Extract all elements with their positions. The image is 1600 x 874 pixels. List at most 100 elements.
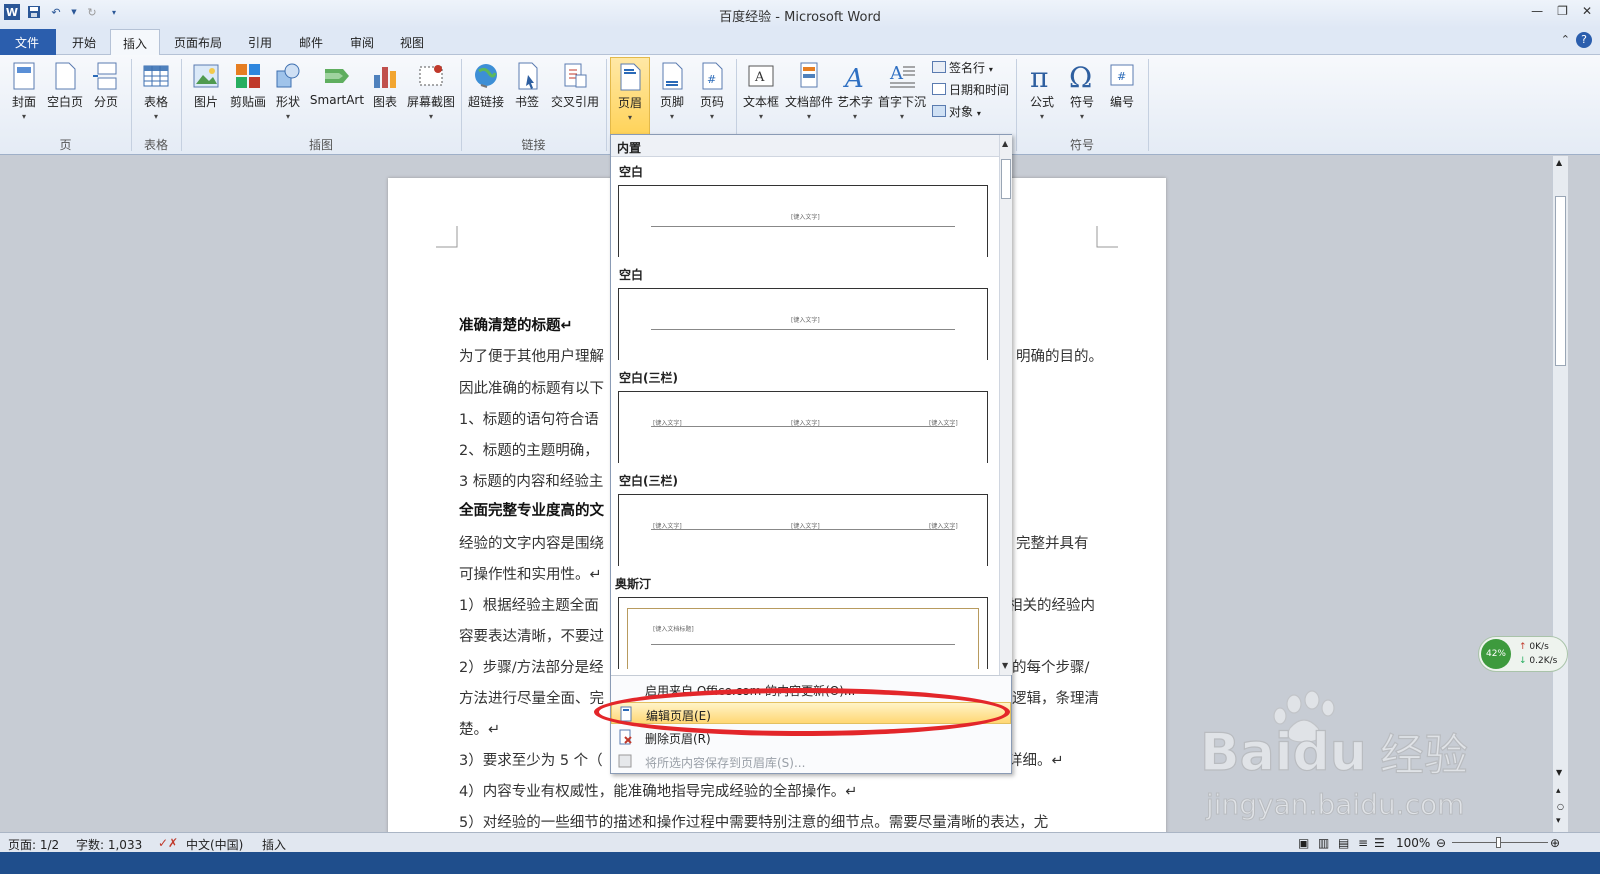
tab-page-layout[interactable]: 页面布局 [162,29,234,55]
header-option-austin[interactable]: [键入文档标题] [618,597,988,669]
outline-icon[interactable]: ≡ [1358,836,1368,850]
header-button[interactable]: 页眉 ▾ [610,57,650,135]
chart-button[interactable]: 图表 [368,57,402,133]
header-option-blank[interactable]: [键入文字] [618,185,988,257]
zoom-in-icon[interactable]: ⊕ [1550,836,1560,850]
blank-page-button[interactable]: 空白页 [44,57,86,133]
tab-view[interactable]: 视图 [388,29,436,55]
doc-line-fragment[interactable]: 完整并具有 [1016,532,1089,553]
table-button[interactable]: 表格 ▾ [138,57,174,133]
scroll-down-icon[interactable]: ▼ [1002,661,1008,670]
word-count[interactable]: 字数: 1,033 [76,836,142,853]
numbering-button[interactable]: # 编号 [1104,57,1140,133]
tab-insert[interactable]: 插入 [110,29,161,55]
page-count[interactable]: 页面: 1/2 [8,836,59,853]
tab-review[interactable]: 审阅 [338,29,386,55]
office-content-update-item[interactable]: 启用来自 Office.com 的内容更新(O)... [611,678,1011,700]
textbox-button[interactable]: A 文本框 ▾ [742,57,780,133]
doc-heading[interactable]: 准确清楚的标题↵ [459,314,573,335]
doc-line[interactable]: 经验的文字内容是围绕 [459,532,604,553]
shapes-button[interactable]: 形状 ▾ [272,57,304,133]
network-speed-widget[interactable]: 42% ↑ 0K/s ↓ 0.2K/s [1478,636,1568,672]
header-option-blank-three-column[interactable]: [键入文字] [键入文字] [键入文字] [618,391,988,463]
zoom-level[interactable]: 100% [1396,836,1430,850]
tab-home[interactable]: 开始 [60,29,108,55]
doc-line[interactable]: 2）步骤/方法部分是经 [459,656,604,677]
doc-line[interactable]: 为了便于其他用户理解 [459,345,604,366]
numbering-icon: # [1110,64,1134,86]
doc-line[interactable]: 楚。↵ [459,718,500,739]
scroll-down-icon[interactable]: ▼ [1556,768,1562,777]
minimize-ribbon-icon[interactable]: ⌃ [1561,33,1570,46]
bookmark-button[interactable]: 书签 [510,57,544,133]
header-option-blank-2[interactable]: [键入文字] [618,288,988,360]
doc-line-fragment[interactable]: 详细。↵ [1008,749,1064,770]
next-page-icon[interactable]: ▾ [1556,816,1561,826]
scroll-up-icon[interactable]: ▲ [1556,158,1562,167]
doc-line[interactable]: 2、标题的主题明确， [459,439,599,460]
gallery-scrollbar[interactable]: ▲ ▼ [999,135,1012,675]
hyperlink-button[interactable]: 超链接 [466,57,506,133]
gallery-scroll-thumb[interactable] [1001,159,1011,199]
doc-heading[interactable]: 全面完整专业度高的文 [459,499,604,520]
date-time-button[interactable]: 日期和时间 [932,81,1009,98]
scrollbar-thumb[interactable] [1555,196,1566,366]
cross-reference-button[interactable]: 交叉引用 [548,57,602,133]
scroll-up-icon[interactable]: ▲ [1002,139,1008,148]
doc-line[interactable]: 1）根据经验主题全面 [459,594,599,615]
object-label: 对象 [949,105,974,119]
doc-line-fragment[interactable]: 的每个步骤/ [1012,656,1089,677]
minimize-icon[interactable]: — [1531,4,1543,18]
close-icon[interactable]: ✕ [1582,4,1592,18]
insert-mode[interactable]: 插入 [262,836,286,853]
wordart-button[interactable]: A 艺术字 ▾ [836,57,874,133]
footer-button[interactable]: 页脚 ▾ [654,57,690,133]
restore-icon[interactable]: ❐ [1557,4,1568,18]
doc-line-fragment[interactable]: 逻辑，条理清 [1012,687,1099,708]
help-icon[interactable]: ? [1576,32,1592,48]
remove-header-item[interactable]: 删除页眉(R) [611,726,1011,748]
quick-parts-button[interactable]: 文档部件 ▾ [784,57,834,133]
previous-page-icon[interactable]: ▴ [1556,786,1561,796]
doc-line[interactable]: 方法进行尽量全面、完 [459,687,604,708]
clipart-button[interactable]: 剪贴画 [228,57,268,133]
web-layout-icon[interactable]: ▤ [1338,836,1349,850]
doc-line[interactable]: 5）对经验的一些细节的描述和操作过程中需要特别注意的细节点。需要尽量清晰的表达，… [459,811,1048,832]
proofing-icon[interactable]: ✓✗ [158,836,178,850]
doc-line[interactable]: 容要表达清晰，不要过 [459,625,604,646]
cover-page-button[interactable]: 封面 ▾ [6,57,42,133]
doc-line[interactable]: 1、标题的语句符合语 [459,408,599,429]
vertical-scrollbar[interactable]: ▲ ▼ ▴ ○ ▾ [1552,156,1568,832]
smartart-button[interactable]: SmartArt [309,57,365,133]
doc-line[interactable]: 可操作性和实用性。↵ [459,563,602,584]
signature-line-button[interactable]: 签名行 ▾ [932,59,993,76]
zoom-slider-handle[interactable] [1496,837,1501,848]
doc-line[interactable]: 因此准确的标题有以下 [459,377,604,398]
print-layout-icon[interactable]: ▣ [1298,836,1309,850]
tab-references[interactable]: 引用 [236,29,284,55]
header-option-blank-three-column-2[interactable]: [键入文字] [键入文字] [键入文字] [618,494,988,566]
doc-line-fragment[interactable]: 相关的经验内 [1008,594,1095,615]
tab-file[interactable]: 文件 [0,29,56,55]
full-screen-reading-icon[interactable]: ▥ [1318,836,1329,850]
picture-button[interactable]: 图片 [188,57,224,133]
equation-button[interactable]: π 公式 ▾ [1024,57,1060,133]
symbol-button[interactable]: Ω 符号 ▾ [1064,57,1100,133]
zoom-out-icon[interactable]: ⊖ [1436,836,1446,850]
doc-line[interactable]: 3）要求至少为 5 个（ [459,749,603,770]
doc-line-fragment[interactable]: 明确的目的。 [1016,345,1103,366]
dropcap-button[interactable]: A 首字下沉 ▾ [878,57,926,133]
doc-line[interactable]: 3 标题的内容和经验主 [459,470,603,491]
tab-mailings[interactable]: 邮件 [287,29,335,55]
header-gallery-dropdown[interactable]: 内置 空白 [键入文字] 空白 [键入文字] 空白(三栏) [键入文字] [键入… [610,134,1012,774]
save-selection-label: 将所选内容保存到页眉库(S)... [645,756,806,770]
doc-line[interactable]: 4）内容专业有权威性，能准确地指导完成经验的全部操作。↵ [459,780,857,801]
draft-icon[interactable]: ☰ [1374,836,1385,850]
language[interactable]: 中文(中国) [186,836,243,853]
screenshot-button[interactable]: 屏幕截图 ▾ [405,57,457,133]
page-break-button[interactable]: 分页 [88,57,124,133]
browse-object-icon[interactable]: ○ [1557,802,1564,811]
edit-header-item[interactable]: 编辑页眉(E) [611,702,1011,724]
object-button[interactable]: 对象 ▾ [932,103,981,120]
page-number-button[interactable]: # 页码 ▾ [694,57,730,133]
